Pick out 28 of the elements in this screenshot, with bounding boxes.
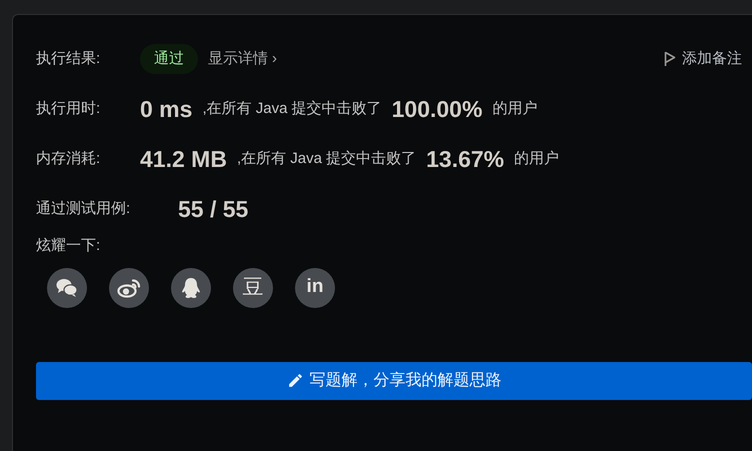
stat-percent: 100.00% — [392, 94, 482, 124]
stat-label: 执行用时: — [36, 98, 102, 119]
stat-value: 41.2 MB — [140, 144, 227, 174]
stat-value: 0 ms — [140, 94, 192, 124]
share-button[interactable] — [47, 268, 87, 308]
penguin-icon — [181, 276, 201, 298]
details-link[interactable]: 显示详情 › — [208, 48, 277, 70]
share-button[interactable]: 豆 — [233, 268, 273, 308]
stat-label: 内存消耗: — [36, 148, 102, 169]
stat-suffix: 的用户 — [492, 98, 538, 119]
share-button[interactable]: in — [295, 268, 335, 308]
stat-text: ,在所有 Java 提交中击败了 — [236, 148, 416, 169]
stat-suffix: 的用户 — [514, 148, 560, 169]
stat-percent: 13.67% — [426, 144, 504, 174]
share-label: 炫耀一下: — [36, 236, 102, 256]
add-note-button[interactable]: 添加备注 — [664, 48, 742, 70]
pencil-icon — [286, 372, 304, 389]
weibo-icon — [117, 278, 141, 298]
write-solution-button[interactable]: 写题解，分享我的解题思路 — [36, 362, 752, 400]
flag-icon — [664, 51, 676, 67]
share-button[interactable] — [171, 268, 211, 308]
status-badge: 通过 — [140, 44, 198, 74]
result-label: 执行结果: — [36, 48, 102, 69]
stat-text: ,在所有 Java 提交中击败了 — [202, 98, 382, 119]
test-cases-label: 通过测试用例: — [36, 198, 132, 219]
wechat-icon — [56, 278, 78, 298]
test-cases-value: 55 / 55 — [178, 194, 248, 224]
share-button[interactable] — [109, 268, 149, 308]
